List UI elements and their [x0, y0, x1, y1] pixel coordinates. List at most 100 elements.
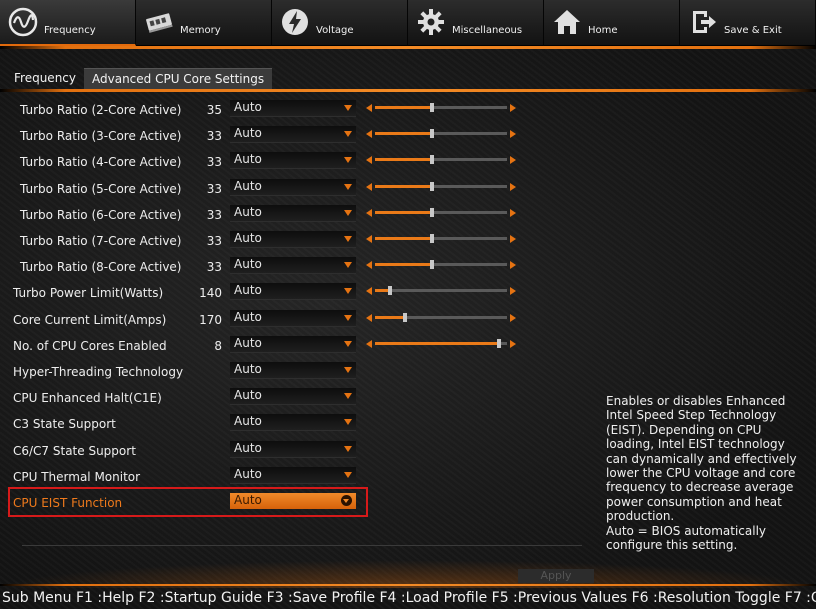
setting-current-value: 33	[206, 155, 222, 170]
setting-row[interactable]: CPU Enhanced Halt(C1E) Auto	[0, 386, 600, 412]
slider-decrease-icon[interactable]	[366, 156, 372, 165]
setting-dropdown[interactable]: Auto	[230, 466, 356, 484]
dropdown-arrow-icon	[344, 183, 352, 190]
setting-row[interactable]: C6/C7 State Support Auto	[0, 439, 600, 465]
setting-row[interactable]: No. of CPU Cores Enabled 8 Auto	[0, 334, 600, 360]
setting-row[interactable]: Turbo Ratio (6-Core Active) 33 Auto	[0, 203, 600, 229]
apply-button[interactable]: Apply	[518, 569, 594, 583]
slider-increase-icon[interactable]	[510, 182, 516, 191]
setting-row[interactable]: Turbo Ratio (5-Core Active) 33 Auto	[0, 177, 600, 203]
setting-dropdown[interactable]: Auto	[230, 152, 356, 170]
slider-decrease-icon[interactable]	[366, 261, 372, 270]
dropdown-value: Auto	[234, 440, 262, 455]
setting-row[interactable]: C3 State Support Auto	[0, 412, 600, 438]
setting-dropdown[interactable]: Auto	[230, 440, 356, 458]
setting-slider[interactable]	[366, 338, 516, 349]
setting-dropdown[interactable]: Auto	[230, 362, 356, 379]
setting-dropdown[interactable]: Auto	[230, 126, 356, 144]
setting-row[interactable]: Turbo Ratio (7-Core Active) 33 Auto	[0, 229, 600, 255]
dropdown-value: Auto	[234, 309, 262, 324]
tab-label: Voltage	[316, 25, 354, 36]
setting-dropdown[interactable]: Auto	[230, 100, 356, 117]
tab-home[interactable]: Home	[544, 0, 680, 46]
setting-dropdown[interactable]: Auto	[230, 309, 356, 327]
slider-handle[interactable]	[429, 181, 434, 191]
dropdown-arrow-icon	[344, 314, 352, 321]
tab-label: Memory	[180, 25, 221, 36]
setting-dropdown[interactable]: Auto	[230, 257, 356, 275]
slider-decrease-icon[interactable]	[366, 104, 372, 112]
tab-miscellaneous[interactable]: Miscellaneous	[408, 0, 544, 46]
setting-row[interactable]: Core Current Limit(Amps) 170 Auto	[0, 308, 600, 334]
setting-row[interactable]: Hyper-Threading Technology Auto	[0, 360, 600, 386]
dropdown-arrow-icon	[344, 262, 352, 269]
slider-decrease-icon[interactable]	[366, 208, 372, 217]
setting-dropdown[interactable]: Auto	[230, 283, 356, 301]
setting-dropdown[interactable]: Auto	[230, 388, 356, 406]
slider-increase-icon[interactable]	[510, 156, 516, 165]
setting-slider[interactable]	[366, 234, 516, 244]
setting-row[interactable]: Turbo Ratio (8-Core Active) 33 Auto	[0, 255, 600, 281]
setting-row[interactable]: Turbo Ratio (4-Core Active) 33 Auto	[0, 150, 600, 176]
setting-slider[interactable]	[366, 103, 516, 113]
tab-voltage[interactable]: Voltage	[272, 0, 408, 46]
slider-track	[375, 234, 507, 243]
setting-slider[interactable]	[366, 181, 516, 192]
tab-label: Miscellaneous	[452, 25, 523, 36]
slider-decrease-icon[interactable]	[366, 235, 372, 243]
setting-current-value: 35	[206, 103, 222, 117]
setting-slider[interactable]	[366, 286, 516, 296]
slider-handle[interactable]	[429, 234, 434, 243]
slider-handle[interactable]	[429, 103, 434, 112]
slider-decrease-icon[interactable]	[366, 339, 372, 348]
slider-increase-icon[interactable]	[510, 287, 516, 296]
slider-handle[interactable]	[403, 312, 408, 322]
setting-label: C6/C7 State Support	[13, 443, 136, 458]
slider-decrease-icon[interactable]	[366, 313, 372, 322]
dropdown-value: Auto	[234, 335, 262, 350]
slider-increase-icon[interactable]	[510, 104, 516, 112]
slider-decrease-icon[interactable]	[366, 182, 372, 191]
subtab-advanced-cpu-core-settings[interactable]: Advanced CPU Core Settings	[84, 68, 273, 90]
slider-track	[375, 207, 507, 217]
dropdown-value: Auto	[234, 204, 262, 219]
dropdown-arrow-icon	[344, 209, 352, 216]
setting-dropdown[interactable]: Auto	[230, 204, 356, 222]
tab-memory[interactable]: Memory	[136, 0, 272, 46]
slider-track	[375, 286, 507, 296]
slider-increase-icon[interactable]	[510, 208, 516, 217]
setting-slider[interactable]	[366, 129, 516, 139]
setting-dropdown[interactable]: Auto	[230, 178, 356, 196]
slider-increase-icon[interactable]	[510, 235, 516, 243]
slider-handle[interactable]	[429, 207, 434, 217]
setting-slider[interactable]	[366, 155, 516, 165]
slider-increase-icon[interactable]	[510, 130, 516, 139]
setting-row[interactable]: Turbo Ratio (3-Core Active) 33 Auto	[0, 124, 600, 150]
dropdown-arrow-icon	[344, 157, 352, 164]
slider-decrease-icon[interactable]	[366, 287, 372, 296]
slider-handle[interactable]	[429, 260, 434, 270]
slider-increase-icon[interactable]	[510, 313, 516, 322]
setting-label: CPU Thermal Monitor	[13, 469, 141, 484]
setting-slider[interactable]	[366, 260, 516, 270]
tab-frequency[interactable]: Frequency	[0, 0, 136, 46]
slider-handle[interactable]	[429, 155, 434, 165]
slider-handle[interactable]	[429, 129, 434, 139]
dropdown-arrow-icon	[344, 288, 352, 295]
slider-increase-icon[interactable]	[510, 339, 516, 348]
setting-row[interactable]: Turbo Power Limit(Watts) 140 Auto	[0, 281, 600, 307]
slider-handle[interactable]	[387, 286, 392, 296]
slider-increase-icon[interactable]	[510, 261, 516, 270]
setting-slider[interactable]	[366, 207, 516, 218]
slider-decrease-icon[interactable]	[366, 130, 372, 139]
setting-dropdown[interactable]: Auto	[230, 414, 356, 432]
setting-label: Turbo Power Limit(Watts)	[13, 286, 164, 301]
setting-dropdown[interactable]: Auto	[230, 335, 356, 353]
tab-save-exit[interactable]: Save & Exit	[680, 0, 816, 46]
setting-row[interactable]: Turbo Ratio (2-Core Active) 35 Auto	[0, 98, 600, 124]
top-divider	[0, 46, 816, 49]
subtab-frequency[interactable]: Frequency	[6, 68, 84, 90]
setting-dropdown[interactable]: Auto	[230, 231, 356, 248]
slider-handle[interactable]	[497, 338, 502, 348]
setting-slider[interactable]	[366, 312, 516, 323]
